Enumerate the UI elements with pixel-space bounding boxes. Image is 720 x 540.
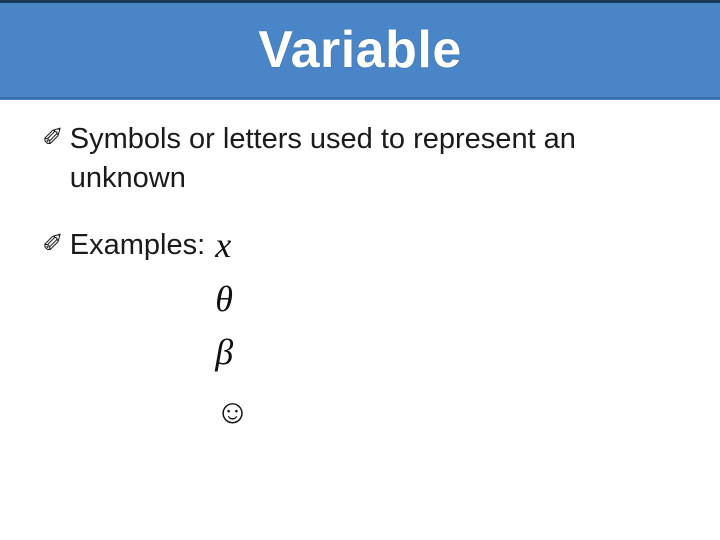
example-symbol-beta: β [215,333,250,373]
example-symbol-theta: θ [215,280,250,320]
example-symbol-x: x [215,226,250,266]
scribble-bullet-icon: ✐ [42,122,64,153]
examples-column: x θ β ☺ [215,226,250,429]
slide: Variable ✐ Symbols or letters used to re… [0,0,720,540]
scribble-bullet-icon: ✐ [42,228,64,259]
bullet-examples-label: Examples: [70,226,205,265]
smiley-icon: ☺ [215,395,250,429]
title-band: Variable [0,0,720,100]
slide-body: ✐ Symbols or letters used to represent a… [0,100,720,429]
slide-title: Variable [258,20,461,80]
bullet-definition: ✐ Symbols or letters used to represent a… [42,120,678,198]
bullet-examples: ✐ Examples: x θ β ☺ [42,226,678,429]
bullet-definition-text: Symbols or letters used to represent an … [70,120,678,198]
